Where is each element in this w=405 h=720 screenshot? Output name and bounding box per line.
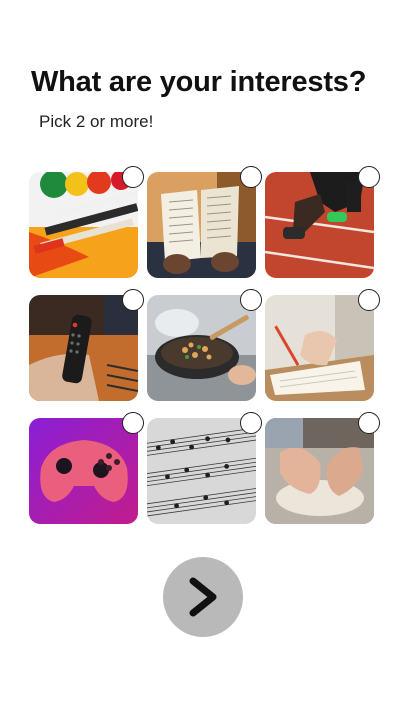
interest-checkbox[interactable] xyxy=(358,412,380,434)
running-track-image xyxy=(265,172,374,278)
interest-checkbox[interactable] xyxy=(240,412,262,434)
sheet-music-image xyxy=(147,418,256,524)
reading-book-image xyxy=(147,172,256,278)
interest-tile-music[interactable] xyxy=(147,412,262,524)
interest-tile-reading[interactable] xyxy=(147,166,262,278)
page-subtitle: Pick 2 or more! xyxy=(39,112,154,131)
interest-checkbox[interactable] xyxy=(358,289,380,311)
interest-grid xyxy=(29,166,380,524)
interest-tile-running[interactable] xyxy=(265,166,380,278)
page-title: What are your interests? xyxy=(31,66,367,98)
interest-checkbox[interactable] xyxy=(122,412,144,434)
baking-dough-image xyxy=(265,418,374,524)
next-button[interactable] xyxy=(163,557,243,637)
painting-image xyxy=(29,172,138,278)
interest-tile-painting[interactable] xyxy=(29,166,144,278)
interest-tile-baking[interactable] xyxy=(265,412,380,524)
interest-tile-gaming[interactable] xyxy=(29,412,144,524)
interest-checkbox[interactable] xyxy=(240,289,262,311)
interest-tile-tv[interactable] xyxy=(29,289,144,401)
interest-tile-cooking[interactable] xyxy=(147,289,262,401)
tv-remote-image xyxy=(29,295,138,401)
interest-checkbox[interactable] xyxy=(358,166,380,188)
gaming-controller-image xyxy=(29,418,138,524)
cooking-pan-image xyxy=(147,295,256,401)
interest-checkbox[interactable] xyxy=(122,166,144,188)
interest-checkbox[interactable] xyxy=(240,166,262,188)
chevron-right-icon xyxy=(189,577,217,617)
interest-tile-writing[interactable] xyxy=(265,289,380,401)
writing-notebook-image xyxy=(265,295,374,401)
interest-checkbox[interactable] xyxy=(122,289,144,311)
